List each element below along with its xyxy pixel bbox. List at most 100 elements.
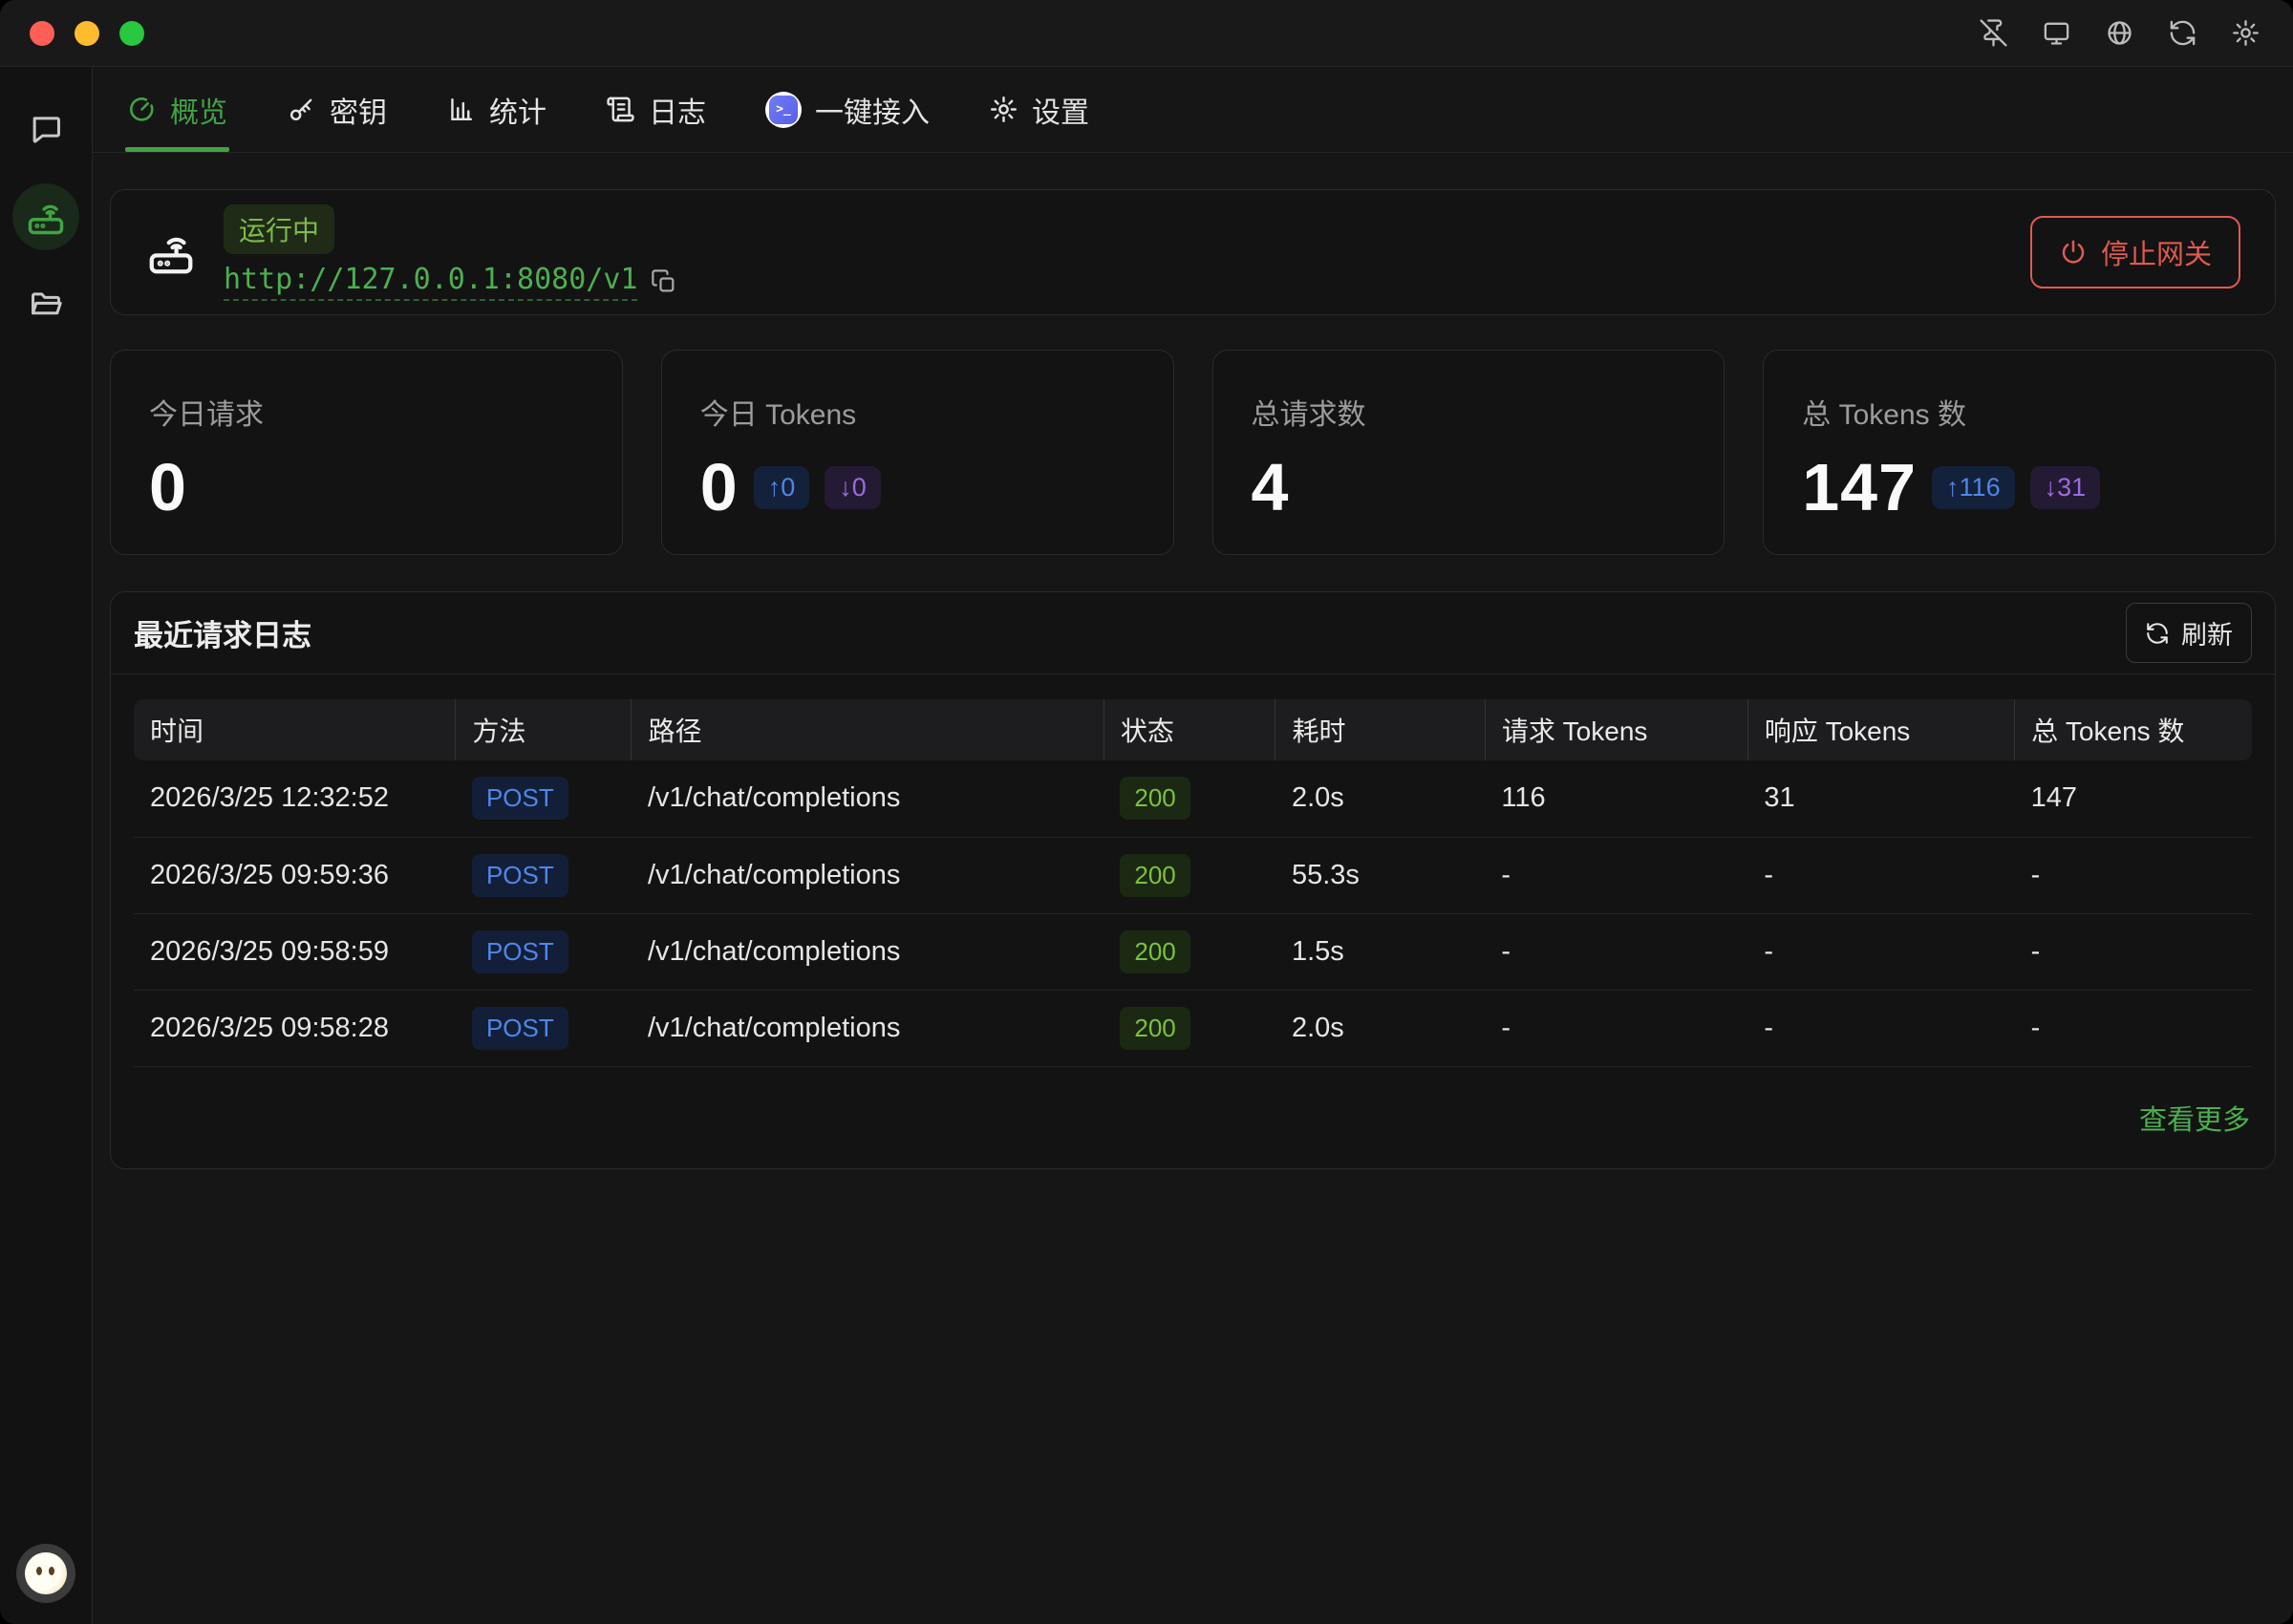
table-row[interactable]: 2026/3/25 09:58:28 POST /v1/chat/complet… [134,990,2252,1066]
cell-time: 2026/3/25 09:59:36 [134,837,456,913]
cell-path: /v1/chat/completions [632,913,1104,990]
gear-icon[interactable] [2231,18,2261,48]
zoom-button[interactable] [119,21,144,46]
cell-status: 200 [1104,837,1275,913]
col-path: 路径 [632,699,1104,760]
cell-time: 2026/3/25 09:58:28 [134,990,456,1066]
chat-icon [28,111,64,147]
sidebar-item-chat[interactable] [12,96,79,162]
stat-label: 今日请求 [149,391,584,433]
view-more-link[interactable]: 查看更多 [2139,1098,2250,1138]
stat-card-today-requests: 今日请求 0 [110,350,623,555]
stat-card-total-requests: 总请求数 4 [1212,350,1725,555]
cell-method: POST [456,913,632,990]
main-content: 概览 密钥 统计 日志 [93,67,2293,1624]
sidebar-item-gateway[interactable] [12,183,79,250]
cell-total-tokens: 147 [2015,760,2252,837]
gear-icon [989,95,1018,124]
tab-label: 日志 [649,89,706,131]
stat-card-total-tokens: 总 Tokens 数 147 ↑116 ↓31 [1763,350,2276,555]
sidebar [0,67,93,1624]
stat-value: 4 [1252,454,1290,521]
method-badge: POST [472,777,568,820]
globe-icon[interactable] [2105,18,2134,48]
gateway-url-link[interactable]: http://127.0.0.1:8080/v1 [224,263,637,301]
col-completion-tokens: 响应 Tokens [1747,699,2014,760]
cell-completion-tokens: - [1747,913,2014,990]
status-code-badge: 200 [1120,930,1189,973]
col-method: 方法 [456,699,632,760]
tab-settings[interactable]: 设置 [987,67,1091,152]
cell-method: POST [456,837,632,913]
refresh-button[interactable]: 刷新 [2126,603,2252,663]
sync-icon[interactable] [2168,18,2197,48]
cell-duration: 1.5s [1275,913,1485,990]
prompt-tokens-pill: ↑116 [1932,466,2015,509]
status-code-badge: 200 [1120,854,1189,897]
tab-label: 密钥 [330,89,387,131]
cell-time: 2026/3/25 09:58:59 [134,913,456,990]
gateway-status-card: 运行中 http://127.0.0.1:8080/v1 停止网关 [110,189,2276,315]
refresh-label: 刷新 [2181,614,2233,652]
table-row[interactable]: 2026/3/25 12:32:52 POST /v1/chat/complet… [134,760,2252,837]
scroll-icon [606,95,635,124]
cell-status: 200 [1104,913,1275,990]
cell-prompt-tokens: - [1485,913,1747,990]
pin-off-icon[interactable] [1979,18,2008,48]
cell-path: /v1/chat/completions [632,837,1104,913]
bar-chart-icon [446,95,476,124]
col-duration: 耗时 [1275,699,1485,760]
tab-bar: 概览 密钥 统计 日志 [93,67,2293,153]
cell-prompt-tokens: 116 [1485,760,1747,837]
cell-method: POST [456,990,632,1066]
table-row[interactable]: 2026/3/25 09:58:59 POST /v1/chat/complet… [134,913,2252,990]
cell-duration: 55.3s [1275,837,1485,913]
gauge-icon [127,95,157,124]
method-badge: POST [472,1007,568,1050]
minimize-button[interactable] [75,21,99,46]
tab-keys[interactable]: 密钥 [285,67,389,152]
cell-total-tokens: - [2015,990,2252,1066]
cell-prompt-tokens: - [1485,990,1747,1066]
tab-logs[interactable]: 日志 [604,67,708,152]
col-prompt-tokens: 请求 Tokens [1485,699,1747,760]
emoji-face-icon [25,1552,67,1594]
app-window: 概览 密钥 统计 日志 [0,0,2293,1624]
col-time: 时间 [134,699,456,760]
stat-value: 147 [1802,454,1917,521]
tab-quick-connect[interactable]: >_ 一键接入 [763,67,932,152]
folder-open-icon [28,287,64,323]
cell-total-tokens: - [2015,913,2252,990]
cell-prompt-tokens: - [1485,837,1747,913]
monitor-icon[interactable] [2042,18,2071,48]
logs-table: 时间 方法 路径 状态 耗时 请求 Tokens 响应 Tokens 总 Tok… [134,699,2252,1067]
tab-overview[interactable]: 概览 [125,67,229,152]
method-badge: POST [472,930,568,973]
tab-label: 设置 [1032,89,1089,131]
stat-label: 今日 Tokens [700,391,1135,433]
completion-tokens-pill: ↓31 [2030,466,2101,509]
stat-label: 总 Tokens 数 [1802,391,2237,433]
stat-value: 0 [149,454,187,521]
avatar[interactable] [16,1544,75,1603]
cell-path: /v1/chat/completions [632,760,1104,837]
table-row[interactable]: 2026/3/25 09:59:36 POST /v1/chat/complet… [134,837,2252,913]
status-badge: 运行中 [224,204,334,254]
stat-label: 总请求数 [1252,391,1686,433]
titlebar [0,0,2293,67]
terminal-logo-icon: >_ [765,92,802,128]
tab-stats[interactable]: 统计 [444,67,548,152]
completion-tokens-pill: ↓0 [825,466,881,509]
cell-path: /v1/chat/completions [632,990,1104,1066]
tab-label: 统计 [489,89,546,131]
cell-total-tokens: - [2015,837,2252,913]
refresh-icon [2145,621,2170,646]
col-total-tokens: 总 Tokens 数 [2015,699,2252,760]
sidebar-item-files[interactable] [12,271,79,338]
cell-status: 200 [1104,760,1275,837]
copy-icon[interactable] [651,268,677,295]
stop-gateway-button[interactable]: 停止网关 [2030,216,2240,288]
cell-completion-tokens: - [1747,990,2014,1066]
recent-logs-panel: 最近请求日志 刷新 [110,591,2276,1169]
close-button[interactable] [30,21,54,46]
